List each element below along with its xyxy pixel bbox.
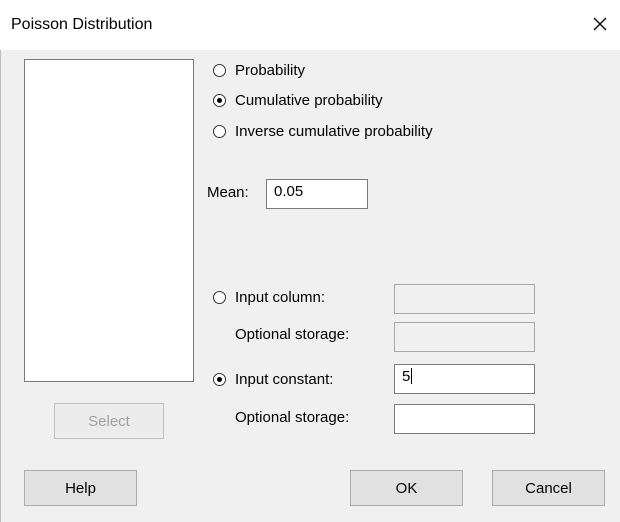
radio-cumulative-probability-label: Cumulative probability	[235, 91, 383, 109]
title-bar: Poisson Distribution	[0, 0, 620, 50]
radio-input-constant-label: Input constant:	[235, 370, 334, 388]
cancel-button[interactable]: Cancel	[492, 470, 605, 506]
help-button-label: Help	[65, 479, 96, 497]
input-constant-storage-field[interactable]	[394, 404, 535, 434]
radio-inverse-cumulative-probability-circle[interactable]	[213, 124, 226, 138]
ok-button-label: OK	[395, 479, 418, 497]
input-constant-value: 5	[402, 368, 411, 385]
radio-probability-label: Probability	[235, 61, 306, 79]
input-column-storage-label: Optional storage:	[235, 326, 350, 343]
text-caret	[411, 368, 413, 384]
window-border	[0, 50, 1, 522]
cancel-button-label: Cancel	[525, 479, 572, 497]
radio-cumulative-probability[interactable]: Cumulative probability	[213, 89, 383, 111]
poisson-distribution-dialog: Poisson Distribution Select Probability …	[0, 0, 620, 522]
window-title: Poisson Distribution	[11, 16, 153, 33]
radio-input-constant-circle[interactable]	[213, 372, 226, 386]
radio-input-column-circle[interactable]	[213, 290, 226, 304]
radio-cumulative-probability-circle[interactable]	[213, 93, 226, 107]
mean-label: Mean:	[207, 184, 249, 201]
help-button[interactable]: Help	[24, 470, 137, 506]
mean-input[interactable]: 0.05	[266, 179, 368, 209]
radio-inverse-cumulative-probability[interactable]: Inverse cumulative probability	[213, 120, 433, 142]
select-button-label: Select	[88, 412, 130, 430]
input-column-storage-field[interactable]	[394, 322, 535, 352]
radio-inverse-cumulative-probability-label: Inverse cumulative probability	[235, 122, 433, 140]
input-constant-storage-label: Optional storage:	[235, 409, 350, 426]
radio-input-constant[interactable]: Input constant:	[213, 368, 333, 390]
radio-probability-circle[interactable]	[213, 63, 226, 77]
radio-input-column-label: Input column:	[235, 288, 326, 306]
radio-probability[interactable]: Probability	[213, 59, 305, 81]
close-button[interactable]	[580, 6, 620, 42]
mean-value: 0.05	[274, 183, 304, 200]
ok-button[interactable]: OK	[350, 470, 463, 506]
radio-input-column[interactable]: Input column:	[213, 286, 325, 308]
input-constant-field[interactable]: 5	[394, 364, 535, 394]
select-button[interactable]: Select	[54, 403, 164, 439]
close-icon	[593, 17, 607, 31]
input-column-field[interactable]	[394, 284, 535, 314]
variables-listbox[interactable]	[24, 59, 194, 382]
